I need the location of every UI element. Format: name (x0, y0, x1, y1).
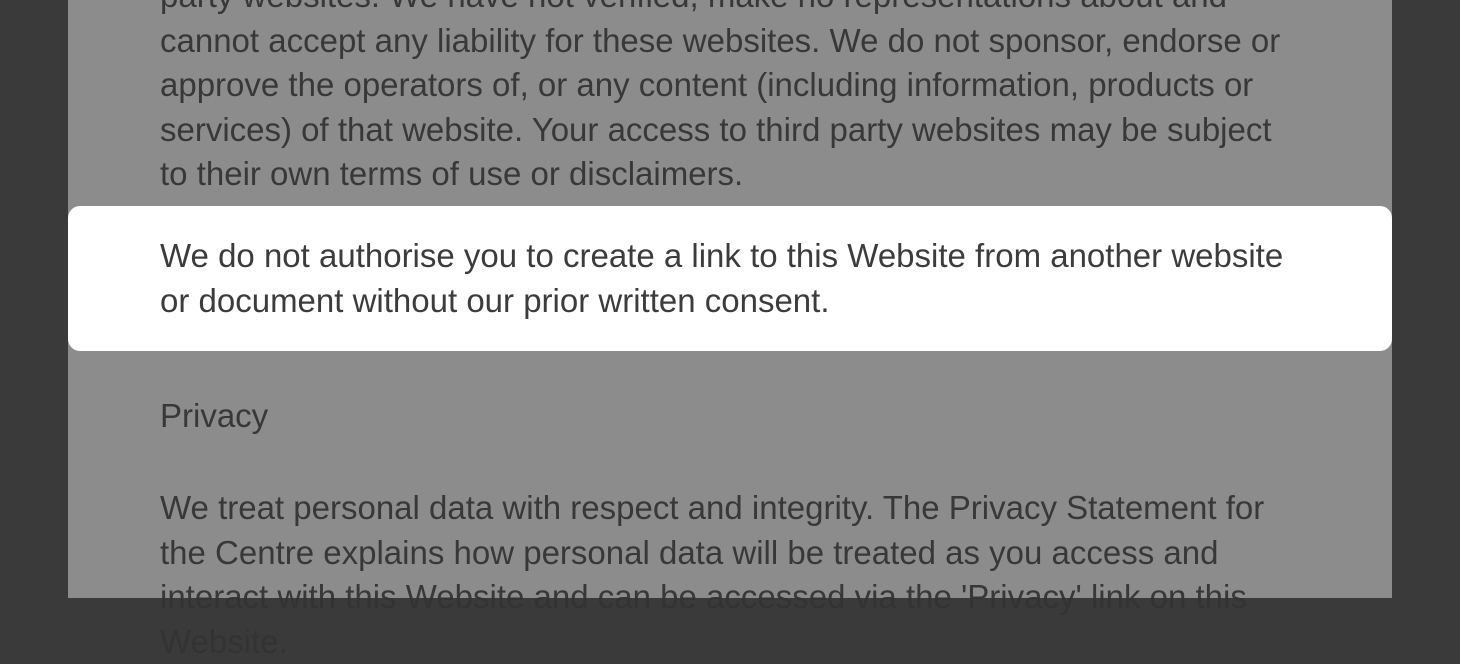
privacy-body-paragraph: We treat personal data with respect and … (160, 486, 1300, 664)
links-disclaimer-paragraph: party websites. We have not verified, ma… (160, 0, 1300, 197)
link-authorisation-paragraph: We do not authorise you to create a link… (160, 234, 1300, 323)
highlighted-paragraph-window: We do not authorise you to create a link… (68, 206, 1392, 351)
privacy-heading: Privacy (160, 394, 1300, 439)
